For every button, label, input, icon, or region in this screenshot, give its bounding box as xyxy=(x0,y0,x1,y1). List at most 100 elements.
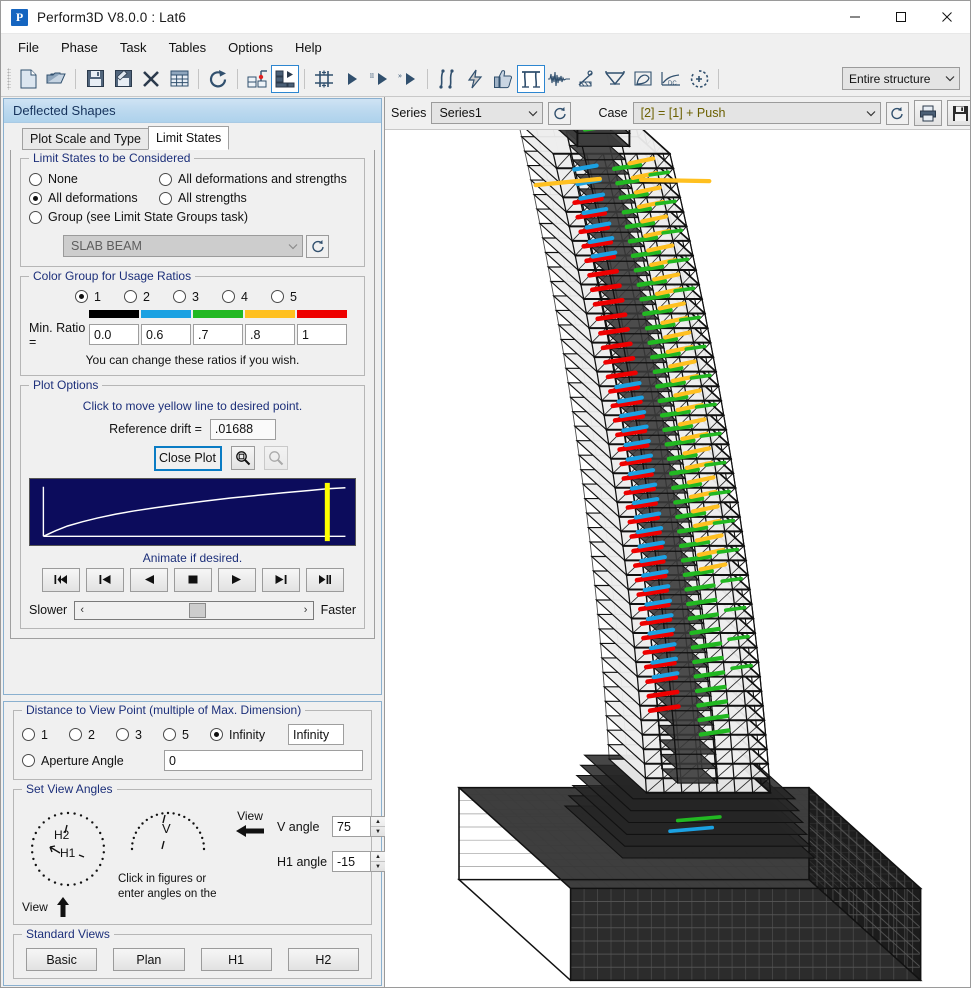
radio-all-strengths[interactable]: All strengths xyxy=(159,191,247,205)
min-ratio-input-2[interactable] xyxy=(141,324,191,345)
demand-capacity-icon[interactable]: DC xyxy=(657,65,685,93)
min-ratio-input-1[interactable] xyxy=(89,324,139,345)
h1-angle-arrows[interactable]: ▲ ▼ xyxy=(370,851,386,872)
minimize-button[interactable] xyxy=(832,1,878,34)
limit-state-group-dropdown[interactable]: SLAB BEAM xyxy=(63,235,303,257)
frame-icon[interactable] xyxy=(310,65,338,93)
model-run-icon[interactable] xyxy=(271,65,299,93)
radio-color-group-3[interactable]: 3 xyxy=(173,290,222,304)
v-angle-input[interactable] xyxy=(332,816,370,837)
zoom-in-icon[interactable] xyxy=(231,446,255,470)
time-history-icon[interactable] xyxy=(545,65,573,93)
menu-tables[interactable]: Tables xyxy=(158,36,218,59)
v-angle-down-icon[interactable]: ▼ xyxy=(371,827,385,836)
aperture-angle-input[interactable] xyxy=(164,750,363,771)
radio-all-deformations-and-strengths[interactable]: All deformations and strengths xyxy=(159,172,347,186)
envelope-icon[interactable] xyxy=(601,65,629,93)
menu-task[interactable]: Task xyxy=(109,36,158,59)
radio-all-deformations[interactable]: All deformations xyxy=(29,191,159,205)
tab-plot-scale-and-type[interactable]: Plot Scale and Type xyxy=(22,128,149,150)
deflected-shape-model[interactable] xyxy=(385,130,971,988)
step-forward-end-icon[interactable] xyxy=(262,568,300,592)
slider-left-arrow[interactable]: ‹ xyxy=(75,604,89,616)
model-build-icon[interactable] xyxy=(243,65,271,93)
menu-help[interactable]: Help xyxy=(284,36,333,59)
radio-distance-3[interactable]: 3 xyxy=(116,728,163,742)
close-button[interactable] xyxy=(924,1,970,34)
hysteresis-icon[interactable] xyxy=(629,65,657,93)
close-plot-button[interactable]: Close Plot xyxy=(154,446,222,471)
menu-phase[interactable]: Phase xyxy=(50,36,109,59)
play-forward-icon[interactable] xyxy=(218,568,256,592)
v-angle-arrows[interactable]: ▲ ▼ xyxy=(370,816,386,837)
radio-aperture-angle[interactable]: Aperture Angle xyxy=(22,754,164,768)
save-view-icon[interactable] xyxy=(947,100,971,126)
thumbs-up-icon[interactable] xyxy=(489,65,517,93)
radio-color-group-1[interactable]: 1 xyxy=(75,290,124,304)
menu-file[interactable]: File xyxy=(7,36,50,59)
radio-color-group-2[interactable]: 2 xyxy=(124,290,173,304)
save-as-icon[interactable] xyxy=(109,65,137,93)
radio-color-group-5[interactable]: 5 xyxy=(271,290,320,304)
series-refresh-icon[interactable] xyxy=(548,102,571,125)
h1-angle-input[interactable] xyxy=(332,851,370,872)
min-ratio-input-3[interactable] xyxy=(193,324,243,345)
animation-speed-slider[interactable]: ‹ › xyxy=(74,601,313,620)
v-angle-spinner[interactable]: ▲ ▼ xyxy=(332,816,386,837)
zoom-out-icon[interactable] xyxy=(264,446,288,470)
standard-view-h2-button[interactable]: H2 xyxy=(288,948,359,971)
play-reverse-icon[interactable] xyxy=(130,568,168,592)
radio-group[interactable]: Group (see Limit State Groups task) xyxy=(29,210,248,224)
drift-icon[interactable] xyxy=(433,65,461,93)
model-canvas[interactable] xyxy=(385,130,971,988)
fast-forward-icon[interactable]: » xyxy=(394,65,422,93)
save-icon[interactable] xyxy=(81,65,109,93)
cycle-icon[interactable] xyxy=(685,65,713,93)
open-folder-icon[interactable] xyxy=(42,65,70,93)
skip-to-start-icon[interactable] xyxy=(42,568,80,592)
radio-none[interactable]: None xyxy=(29,172,159,186)
radio-distance-1[interactable]: 1 xyxy=(22,728,69,742)
toolbar-grip[interactable] xyxy=(7,68,11,90)
standard-view-basic-button[interactable]: Basic xyxy=(26,948,97,971)
step-back-start-icon[interactable] xyxy=(86,568,124,592)
deflected-shape-icon[interactable] xyxy=(517,65,545,93)
reference-drift-input[interactable] xyxy=(210,419,276,440)
standard-view-h1-button[interactable]: H1 xyxy=(201,948,272,971)
maximize-button[interactable] xyxy=(878,1,924,34)
min-ratio-input-4[interactable] xyxy=(245,324,295,345)
refresh-exit-icon[interactable] xyxy=(204,65,232,93)
tab-limit-states[interactable]: Limit States xyxy=(148,126,229,150)
slider-right-arrow[interactable]: › xyxy=(299,604,313,616)
refresh-icon[interactable] xyxy=(306,235,329,258)
v-angle-dial[interactable]: V Click in figures or enter angles on th… xyxy=(118,803,222,902)
radio-color-group-4[interactable]: 4 xyxy=(222,290,271,304)
radio-distance-infinity[interactable]: Infinity xyxy=(210,728,288,742)
delete-icon[interactable] xyxy=(137,65,165,93)
radio-distance-2[interactable]: 2 xyxy=(69,728,116,742)
stop-icon[interactable] xyxy=(174,568,212,592)
distance-value-input[interactable] xyxy=(288,724,344,745)
lightning-icon[interactable] xyxy=(461,65,489,93)
table-icon[interactable] xyxy=(165,65,193,93)
hatch-icon[interactable] xyxy=(573,65,601,93)
slider-thumb[interactable] xyxy=(189,603,206,618)
skip-to-end-icon[interactable] xyxy=(306,568,344,592)
series-dropdown[interactable]: Series1 xyxy=(431,102,543,124)
pause-play-icon[interactable]: ll xyxy=(366,65,394,93)
drift-plot[interactable] xyxy=(29,478,356,546)
structure-scope-dropdown[interactable]: Entire structure xyxy=(842,67,960,90)
play-icon[interactable] xyxy=(338,65,366,93)
case-refresh-icon[interactable] xyxy=(886,102,909,125)
menu-options[interactable]: Options xyxy=(217,36,284,59)
v-angle-up-icon[interactable]: ▲ xyxy=(371,817,385,827)
standard-view-plan-button[interactable]: Plan xyxy=(113,948,184,971)
min-ratio-input-5[interactable] xyxy=(297,324,347,345)
h1-angle-up-icon[interactable]: ▲ xyxy=(371,852,385,862)
h1-angle-spinner[interactable]: ▲ ▼ xyxy=(332,851,386,872)
new-file-icon[interactable] xyxy=(14,65,42,93)
print-icon[interactable] xyxy=(914,100,942,126)
h1-angle-down-icon[interactable]: ▼ xyxy=(371,862,385,871)
h-angle-dial[interactable]: H2 H1 View xyxy=(22,803,114,918)
case-dropdown[interactable]: [2] = [1] + Push xyxy=(633,102,881,124)
